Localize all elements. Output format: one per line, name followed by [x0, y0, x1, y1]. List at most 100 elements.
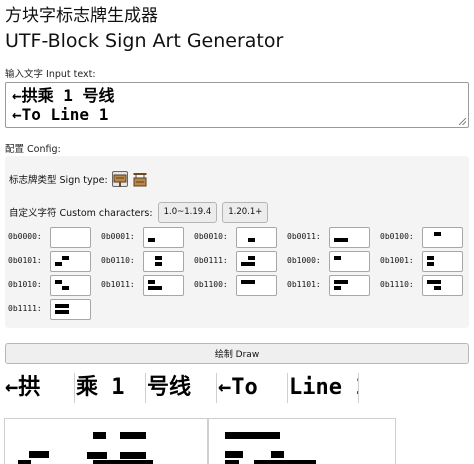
glyph-pixel — [55, 304, 62, 308]
char-code-label: 0b1111: — [8, 304, 42, 313]
char-glyph-input[interactable] — [422, 275, 463, 296]
glyph-pixel — [434, 286, 441, 290]
sign-type-label: 标志牌类型 Sign type: — [9, 175, 108, 186]
custom-char-cell: 0b1100: — [191, 275, 283, 297]
char-code-label: 0b0000: — [8, 232, 42, 241]
glyph-pixel — [248, 262, 255, 266]
sign-preview-segment: ←拱 — [4, 373, 75, 403]
sign-type-row: 标志牌类型 Sign type: — [9, 168, 148, 190]
wall-sign-icon[interactable] — [111, 171, 128, 187]
char-code-label: 0b1010: — [8, 280, 42, 289]
glyph-pixel — [62, 256, 69, 260]
char-glyph-input[interactable] — [50, 251, 91, 272]
glyph-pixel — [341, 280, 348, 284]
sign-render-panel-right — [208, 418, 396, 464]
sign-preview-segment: 乘 1 — [75, 373, 146, 403]
glyph-pixel — [62, 286, 69, 290]
glyph-pixel — [155, 286, 162, 290]
char-glyph-input[interactable] — [422, 227, 463, 248]
char-code-label: 0b0101: — [8, 256, 42, 265]
version-1-0-button[interactable]: 1.0~1.19.4 — [157, 201, 218, 223]
glyph-pixel — [434, 280, 441, 284]
char-code-label: 0b1001: — [380, 256, 414, 265]
glyph-pixel — [155, 256, 162, 260]
char-code-label: 0b0100: — [380, 232, 414, 241]
input-text-label: 输入文字 Input text: — [5, 69, 96, 80]
glyph-pixel — [248, 256, 255, 260]
custom-chars-row: 自定义字符 Custom characters: 1.0~1.19.4 1.20… — [9, 201, 269, 223]
glyph-pixel — [148, 238, 155, 242]
custom-char-cell: 0b1110: — [377, 275, 469, 297]
glyph-pixel — [241, 280, 248, 284]
glyph-pixel — [55, 262, 62, 266]
glyph-pixel — [248, 238, 255, 242]
sign-preview-segment: ←To — [217, 373, 288, 403]
input-text-area[interactable]: ←拱乘 1 号线 ←To Line 1 — [5, 82, 469, 128]
custom-chars-label: 自定义字符 Custom characters: — [9, 208, 153, 219]
custom-char-cell: 0b0101: — [5, 251, 97, 273]
char-glyph-input[interactable] — [50, 227, 91, 248]
glyph-pixel — [55, 310, 62, 314]
glyph-pixel — [427, 280, 434, 284]
custom-char-cell: 0b0011: — [284, 227, 376, 249]
char-code-label: 0b1101: — [287, 280, 321, 289]
sign-render-panel-left — [4, 418, 208, 464]
custom-char-cell: 0b0110: — [98, 251, 190, 273]
glyph-pixel — [55, 280, 62, 284]
config-panel: 标志牌类型 Sign type: 自定义字符 Custom characters… — [5, 156, 469, 328]
char-glyph-input[interactable] — [329, 275, 370, 296]
char-glyph-input[interactable] — [50, 299, 91, 320]
glyph-pixel — [62, 304, 69, 308]
version-1-20-button[interactable]: 1.20.1+ — [222, 201, 269, 223]
char-code-label: 0b1000: — [287, 256, 321, 265]
glyph-pixel — [241, 262, 248, 266]
glyph-pixel — [148, 286, 155, 290]
glyph-pixel — [334, 280, 341, 284]
glyph-pixel — [148, 280, 155, 284]
custom-char-cell: 0b0000: — [5, 227, 97, 249]
page-title-cn: 方块字标志牌生成器 — [5, 6, 158, 26]
char-glyph-input[interactable] — [143, 251, 184, 272]
custom-char-cell: 0b1011: — [98, 275, 190, 297]
char-glyph-input[interactable] — [422, 251, 463, 272]
char-code-label: 0b0111: — [194, 256, 228, 265]
glyph-pixel — [434, 232, 441, 236]
glyph-pixel — [341, 238, 348, 242]
char-code-label: 0b0010: — [194, 232, 228, 241]
sign-preview-row: ←拱乘 1号线←ToLine 1 — [4, 373, 359, 403]
char-glyph-input[interactable] — [329, 251, 370, 272]
glyph-pixel — [427, 262, 434, 266]
glyph-pixel — [334, 286, 341, 290]
custom-char-cell: 0b1000: — [284, 251, 376, 273]
char-glyph-input[interactable] — [329, 227, 370, 248]
glyph-pixel — [334, 256, 341, 260]
glyph-pixel — [155, 262, 162, 266]
char-glyph-input[interactable] — [143, 275, 184, 296]
char-glyph-input[interactable] — [236, 251, 277, 272]
char-glyph-input[interactable] — [236, 275, 277, 296]
glyph-pixel — [62, 310, 69, 314]
char-code-label: 0b1011: — [101, 280, 135, 289]
draw-button[interactable]: 绘制 Draw — [5, 343, 469, 364]
hanging-sign-icon[interactable] — [132, 171, 148, 187]
char-code-label: 0b0110: — [101, 256, 135, 265]
custom-char-cell: 0b1001: — [377, 251, 469, 273]
char-code-label: 0b0001: — [101, 232, 135, 241]
char-glyph-input[interactable] — [236, 227, 277, 248]
char-code-label: 0b0011: — [287, 232, 321, 241]
char-glyph-input[interactable] — [50, 275, 91, 296]
custom-char-cell: 0b1111: — [5, 299, 97, 321]
sign-preview-segment: Line 1 — [288, 373, 359, 403]
char-glyph-input[interactable] — [143, 227, 184, 248]
custom-char-cell: 0b1010: — [5, 275, 97, 297]
char-code-label: 0b1100: — [194, 280, 228, 289]
glyph-pixel — [248, 280, 255, 284]
config-label: 配置 Config: — [5, 144, 61, 155]
page-title-en: UTF-Block Sign Art Generator — [5, 30, 284, 52]
custom-char-cell: 0b1101: — [284, 275, 376, 297]
custom-char-cell: 0b0100: — [377, 227, 469, 249]
char-code-label: 0b1110: — [380, 280, 414, 289]
custom-char-cell: 0b0001: — [98, 227, 190, 249]
glyph-pixel — [427, 256, 434, 260]
glyph-pixel — [334, 238, 341, 242]
